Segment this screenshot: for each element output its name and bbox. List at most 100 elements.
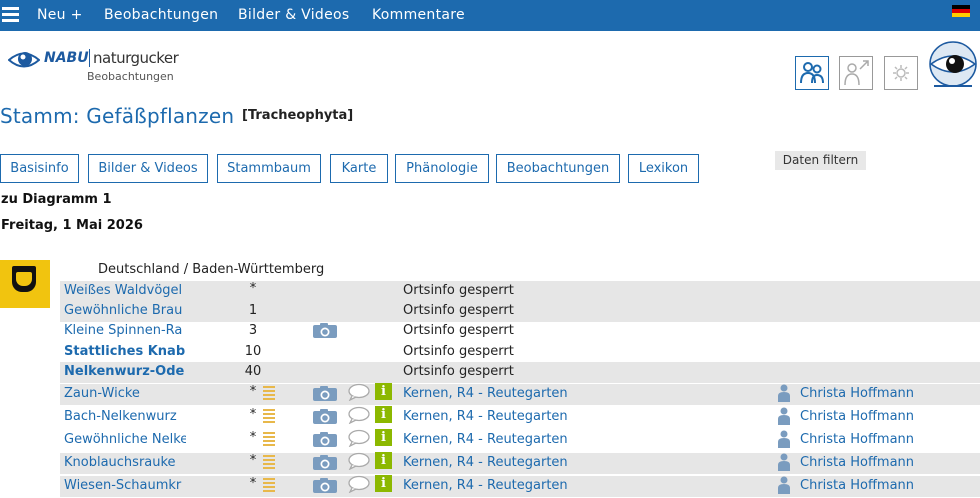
list-icon[interactable] <box>263 453 275 469</box>
observer-link[interactable]: Christa Hoffmann <box>800 409 914 424</box>
comment-icon[interactable] <box>347 406 371 425</box>
table-row: Kleine Spinnen-Ra 3 Ortsinfo gesperrt <box>60 321 980 342</box>
tab-phenology[interactable]: Phänologie <box>395 154 489 183</box>
table-row: Knoblauchsrauke * i Kernen, R4 - Reutegarte… <box>60 452 980 474</box>
page-title: Stamm: Gefäßpflanzen <box>0 104 235 128</box>
location-text: Ortsinfo gesperrt <box>403 283 514 298</box>
person-icon <box>777 384 791 402</box>
list-icon[interactable] <box>263 476 275 492</box>
location-text[interactable]: Kernen, R4 - Reutegarten <box>403 409 568 424</box>
observation-count: 3 <box>248 323 258 338</box>
observer-link[interactable]: Christa Hoffmann <box>800 432 914 447</box>
nav-observations[interactable]: Beobachtungen <box>104 7 218 23</box>
location-text: Ortsinfo gesperrt <box>403 303 514 318</box>
observation-count: 10 <box>244 344 262 359</box>
species-name-link[interactable]: Gewöhnliche Nelke <box>64 432 186 447</box>
person-icon <box>777 407 791 425</box>
tab-map[interactable]: Karte <box>330 154 388 183</box>
community-icon <box>800 62 824 84</box>
person-icon <box>777 430 791 448</box>
location-text: Ortsinfo gesperrt <box>403 364 514 379</box>
species-name-link[interactable]: Bach-Nelkenwurz <box>64 409 186 424</box>
observation-count: 40 <box>244 364 262 379</box>
camera-icon[interactable] <box>312 431 338 448</box>
coat-of-arms-icon <box>0 260 50 308</box>
hamburger-menu-icon[interactable] <box>2 7 19 24</box>
location-text[interactable]: Kernen, R4 - Reutegarten <box>403 455 568 470</box>
person-arrow-icon <box>844 60 869 86</box>
settings-button[interactable] <box>884 56 918 90</box>
observation-count: * <box>249 281 257 296</box>
tab-lexicon[interactable]: Lexikon <box>628 154 699 183</box>
community-button[interactable] <box>795 56 829 90</box>
location-text: Ortsinfo gesperrt <box>403 323 514 338</box>
eye-logo-icon <box>8 52 40 68</box>
species-name-link[interactable]: Wiesen-Schaumkr <box>64 478 186 493</box>
nabu-naturgucker-logo[interactable]: NABU naturgucker Beobachtungen <box>8 43 179 88</box>
observer-link[interactable]: Christa Hoffmann <box>800 478 914 493</box>
tab-images-videos[interactable]: Bilder & Videos <box>88 154 208 183</box>
observer-link[interactable]: Christa Hoffmann <box>800 386 914 401</box>
list-icon[interactable] <box>263 407 275 423</box>
flag-germany-icon[interactable] <box>952 5 970 17</box>
camera-icon[interactable] <box>312 322 338 339</box>
location-text[interactable]: Kernen, R4 - Reutegarten <box>403 432 568 447</box>
logo-name: naturgucker <box>93 49 179 67</box>
date-heading: Freitag, 1 Mai 2026 <box>1 218 143 233</box>
tab-basisinfo[interactable]: Basisinfo <box>0 154 79 183</box>
latin-name: [Tracheophyta] <box>242 108 354 123</box>
tab-family-tree[interactable]: Stammbaum <box>217 154 321 183</box>
table-row: Zaun-Wicke * i Kernen, R4 - Reutegarten Chri… <box>60 383 980 405</box>
table-row: Weißes Waldvögel * Ortsinfo gesperrt <box>60 281 980 302</box>
nav-new[interactable]: Neu + <box>37 7 83 23</box>
person-icon <box>777 453 791 471</box>
table-row: Stattliches Knab 10 Ortsinfo gesperrt <box>60 342 980 363</box>
location-text[interactable]: Kernen, R4 - Reutegarten <box>403 478 568 493</box>
observer-link[interactable]: Christa Hoffmann <box>800 455 914 470</box>
filter-data-button[interactable]: Daten filtern <box>775 151 866 170</box>
table-row: Gewöhnliche Brau 1 Ortsinfo gesperrt <box>60 301 980 322</box>
logo-separator <box>89 49 90 67</box>
settings-icon <box>893 65 909 81</box>
nav-images-videos[interactable]: Bilder & Videos <box>238 7 349 23</box>
camera-icon[interactable] <box>312 454 338 471</box>
comment-icon[interactable] <box>347 475 371 494</box>
region-heading: Deutschland / Baden-Württemberg <box>98 262 325 277</box>
comment-icon[interactable] <box>347 452 371 471</box>
camera-icon[interactable] <box>312 477 338 494</box>
info-icon[interactable]: i <box>375 452 392 469</box>
logo-brand: NABU <box>44 50 89 66</box>
comment-icon[interactable] <box>347 383 371 402</box>
list-icon[interactable] <box>263 430 275 446</box>
info-icon[interactable]: i <box>375 406 392 423</box>
table-row: Gewöhnliche Nelke * i Kernen, R4 - Reutegar… <box>60 429 980 451</box>
top-navigation-bar: Neu + Beobachtungen Bilder & Videos Komm… <box>0 0 980 31</box>
info-icon[interactable]: i <box>375 475 392 492</box>
diagram-link[interactable]: zu Diagramm 1 <box>1 192 112 207</box>
observation-count: 1 <box>248 303 258 318</box>
logo-subtitle: Beobachtungen <box>87 70 174 83</box>
location-text: Ortsinfo gesperrt <box>403 344 514 359</box>
camera-icon[interactable] <box>312 408 338 425</box>
species-name-link[interactable]: Gewöhnliche Brau <box>64 303 186 318</box>
species-name-link[interactable]: Kleine Spinnen-Ra <box>64 323 186 338</box>
table-row: Bach-Nelkenwurz * i Kernen, R4 - Reutegarte… <box>60 406 980 428</box>
species-name-link[interactable]: Zaun-Wicke <box>64 386 186 401</box>
camera-icon[interactable] <box>312 385 338 402</box>
table-row: Wiesen-Schaumkr * i Kernen, R4 - Reutegarte… <box>60 475 980 497</box>
comment-icon[interactable] <box>347 429 371 448</box>
list-icon[interactable] <box>263 384 275 400</box>
profile-link-button[interactable] <box>839 56 873 90</box>
species-name-link[interactable]: Stattliches Knab <box>64 344 186 359</box>
nav-comments[interactable]: Kommentare <box>372 7 465 23</box>
person-icon <box>777 476 791 494</box>
location-text[interactable]: Kernen, R4 - Reutegarten <box>403 386 568 401</box>
info-icon[interactable]: i <box>375 429 392 446</box>
species-name-link[interactable]: Knoblauchsrauke <box>64 455 186 470</box>
naturgucker-eye-logo-icon[interactable] <box>928 40 978 92</box>
tab-observations[interactable]: Beobachtungen <box>496 154 620 183</box>
table-row: Nelkenwurz-Ode 40 Ortsinfo gesperrt <box>60 362 980 383</box>
species-name-link[interactable]: Nelkenwurz-Ode <box>64 364 186 379</box>
info-icon[interactable]: i <box>375 383 392 400</box>
species-name-link[interactable]: Weißes Waldvögel <box>64 283 186 298</box>
